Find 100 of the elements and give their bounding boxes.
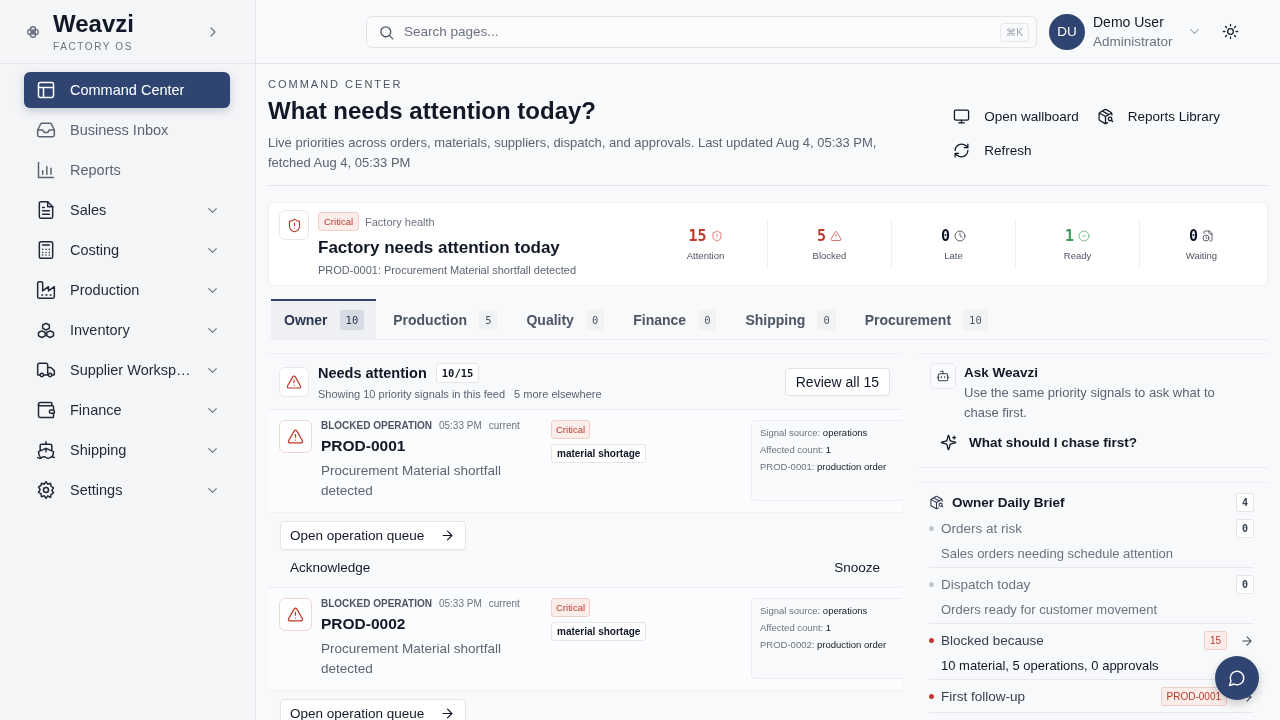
- boxes-icon: [36, 320, 56, 340]
- feed-title: Needs attention: [318, 365, 427, 381]
- action-button[interactable]: Refresh: [953, 136, 1079, 164]
- sidebar-item[interactable]: Shipping: [24, 432, 230, 468]
- sidebar-item[interactable]: Finance: [24, 392, 230, 428]
- signal-type: BLOCKED OPERATION: [321, 598, 432, 609]
- tab[interactable]: Finance 0: [620, 299, 729, 339]
- severity-badge: Critical: [318, 212, 360, 231]
- tab-count: 0: [585, 310, 605, 330]
- wallet-icon: [36, 400, 56, 420]
- stat-label: Late: [944, 250, 963, 261]
- check-circle-icon: [1078, 230, 1090, 242]
- action-link[interactable]: Snooze: [834, 560, 880, 575]
- signal-status: current: [488, 420, 520, 431]
- detail-line: Signal source: operations: [760, 605, 869, 616]
- sidebar-item[interactable]: Inventory: [24, 312, 230, 348]
- health-label: Factory health: [365, 215, 435, 228]
- monitor-icon: [953, 107, 971, 125]
- tab-count: 0: [698, 310, 717, 330]
- brief-item-title: Orders at risk: [941, 521, 1023, 536]
- signal-tag: material shortage: [551, 622, 647, 641]
- tab[interactable]: Procurement 10: [851, 299, 1000, 339]
- brief-item-detail: Orders ready for customer movement: [941, 602, 1158, 617]
- package-search-icon: [1096, 107, 1114, 125]
- tab[interactable]: Quality 0: [513, 299, 617, 339]
- stat-value: 0: [1189, 227, 1198, 245]
- tab-count: 10: [339, 310, 365, 330]
- sidebar-item[interactable]: Command Center: [24, 72, 230, 108]
- shield-alert-icon: [286, 217, 302, 233]
- clock-icon: [954, 230, 966, 242]
- sidebar-item[interactable]: Costing: [24, 232, 230, 268]
- file-clock-icon: [1202, 230, 1214, 242]
- assistant-title: Ask Weavzi: [964, 365, 1040, 380]
- action-link[interactable]: Acknowledge: [290, 560, 371, 575]
- brief-item-count: 0: [1235, 519, 1254, 538]
- page-description: Live priorities across orders, materials, suppliers, dispatch, and approvals. Last updated Aug 4, 05:33 PM, fetched Aug 4, 05:33 PM: [268, 134, 878, 172]
- brief-item-title: Blocked because: [941, 633, 1045, 648]
- chat-icon: [1228, 669, 1246, 687]
- page-title: What needs attention today?: [268, 96, 597, 126]
- stat-value: 1: [1065, 227, 1074, 245]
- brief-item-detail: Sales orders needing schedule attention: [941, 546, 1173, 561]
- layout-icon: [36, 80, 56, 100]
- detail-line: Affected count: 1: [760, 444, 833, 455]
- brief-item-title: Dispatch today: [941, 577, 1032, 592]
- signal-id: PROD-0002: [321, 615, 407, 633]
- action-button[interactable]: Open wallboard: [953, 102, 1079, 130]
- brand-name: Weavzi: [53, 11, 135, 37]
- inbox-icon: [36, 120, 56, 140]
- stat-value: 5: [817, 227, 826, 245]
- brief-item-count: 0: [1235, 575, 1254, 594]
- sidebar-item[interactable]: Reports: [24, 152, 230, 188]
- brief-item-detail: 10 material, 5 operations, 0 approvals: [941, 658, 1159, 673]
- detail-line: PROD-0002: production order: [760, 639, 888, 650]
- warning-icon: [286, 373, 302, 390]
- robot-icon: [936, 369, 950, 383]
- signal-type: BLOCKED OPERATION: [321, 420, 432, 431]
- tab[interactable]: Shipping 0: [732, 299, 848, 339]
- ship-icon: [36, 440, 56, 460]
- shield-icon: [710, 230, 723, 242]
- refresh-icon: [953, 141, 971, 159]
- feed-more: 5 more elsewhere: [514, 388, 602, 400]
- sidebar-item[interactable]: Sales: [24, 192, 230, 228]
- sidebar-item[interactable]: Settings: [24, 472, 230, 508]
- user-avatar: DU: [1049, 13, 1085, 50]
- sidebar-item[interactable]: Supplier Worksp…: [24, 352, 230, 388]
- bar-chart-icon: [36, 160, 56, 180]
- signal-description: Procurement Material shortfall detected: [321, 640, 503, 678]
- detail-line: Affected count: 1: [760, 622, 833, 633]
- warning-icon: [287, 428, 304, 445]
- warning-icon: [287, 606, 304, 623]
- arrow-right-icon: [440, 706, 456, 720]
- detail-line: Signal source: operations: [760, 427, 869, 438]
- brief-item-count: 15: [1203, 631, 1227, 650]
- sparkles-icon: [940, 434, 957, 451]
- feed-count: 10/15: [435, 363, 480, 383]
- sidebar-item[interactable]: Production: [24, 272, 230, 308]
- action-button[interactable]: Reports Library: [1096, 102, 1220, 130]
- review-button[interactable]: Review all 15: [784, 367, 890, 396]
- prompt-button[interactable]: What should I chase first?: [940, 434, 1138, 451]
- sidebar-item[interactable]: Business Inbox: [24, 112, 230, 148]
- user-name: Demo User: [1093, 14, 1165, 30]
- signal-description: Procurement Material shortfall detected: [321, 462, 503, 500]
- signal-tag: material shortage: [551, 444, 647, 463]
- health-title: Factory needs attention today: [318, 238, 561, 258]
- user-role: Administrator: [1093, 34, 1174, 49]
- queue-button[interactable]: Open operation queue: [280, 699, 467, 720]
- document-icon: [36, 200, 56, 220]
- tab-count: 0: [817, 310, 836, 330]
- signal-id: PROD-0001: [321, 437, 407, 455]
- stat-label: Attention: [686, 250, 725, 261]
- theme-toggle-icon: [1222, 23, 1239, 40]
- stat-label: Blocked: [812, 250, 847, 261]
- stat-label: Waiting: [1185, 250, 1218, 261]
- tab[interactable]: Production 5: [380, 299, 510, 339]
- settings-icon: [36, 480, 56, 500]
- brand-tagline: FACTORY OS: [53, 41, 134, 52]
- severity-badge: Critical: [551, 598, 591, 617]
- tab[interactable]: Owner 10: [271, 299, 377, 339]
- queue-button[interactable]: Open operation queue: [280, 521, 467, 550]
- warning-icon: [830, 230, 842, 242]
